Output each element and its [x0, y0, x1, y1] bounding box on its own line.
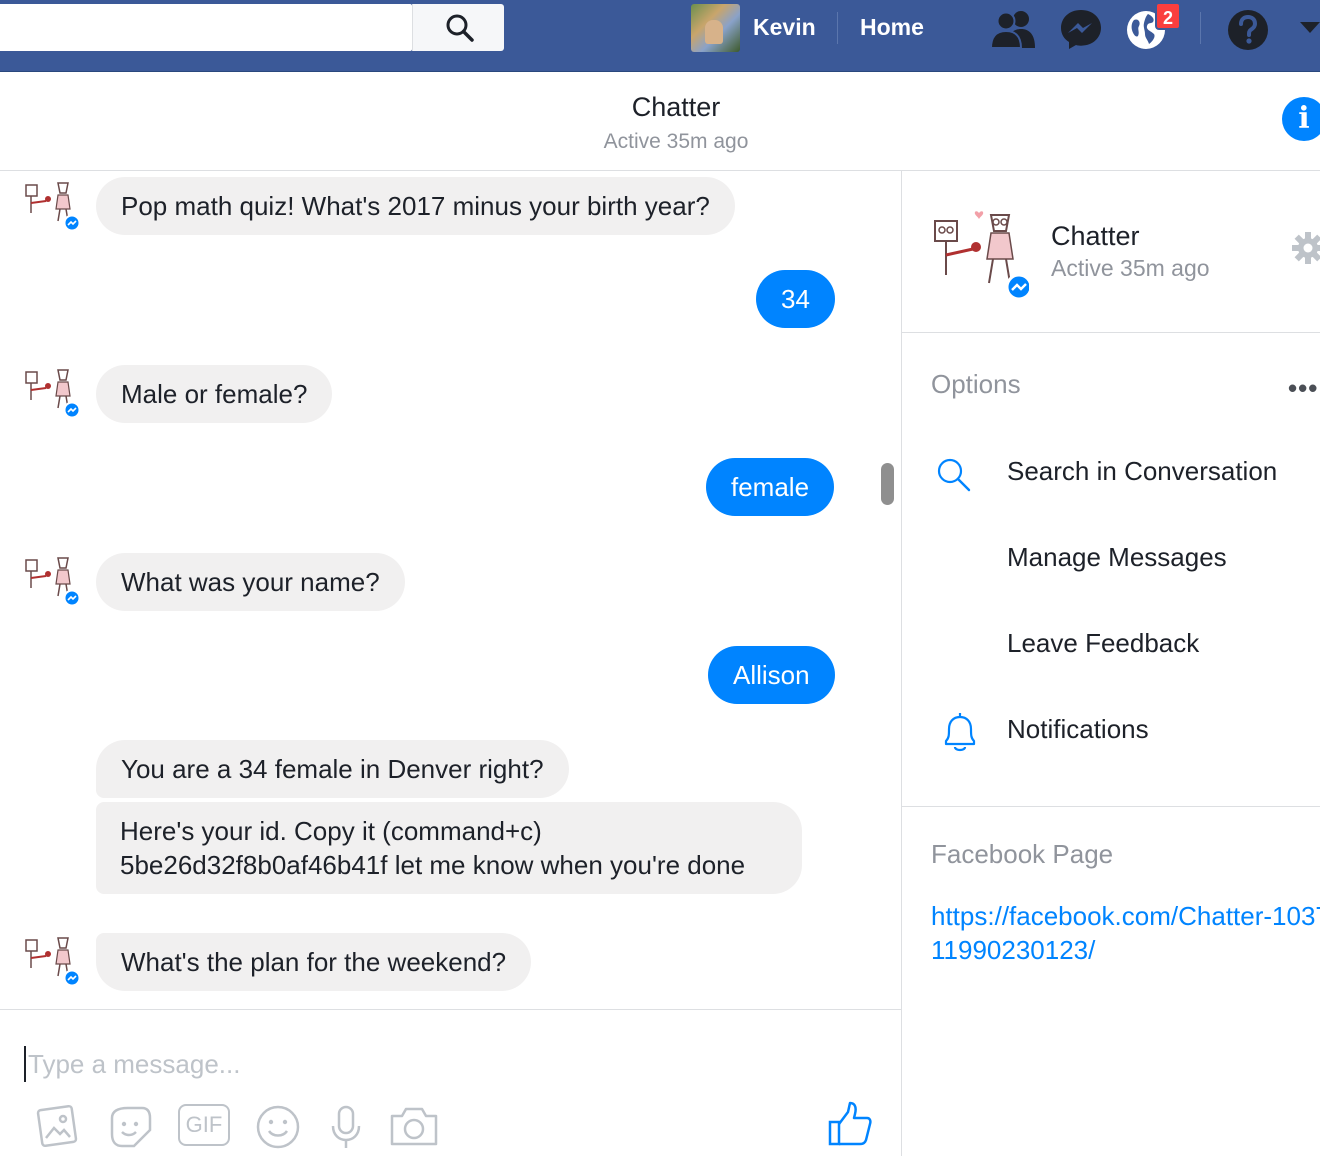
messenger-icon[interactable]	[1059, 8, 1103, 50]
photo-icon[interactable]	[34, 1104, 80, 1150]
microphone-icon[interactable]	[330, 1104, 362, 1152]
manage-messages-option[interactable]: Manage Messages	[1007, 542, 1227, 573]
profile-link[interactable]: Kevin	[753, 14, 816, 41]
help-icon[interactable]	[1226, 8, 1270, 52]
outgoing-message: female	[706, 458, 835, 516]
outgoing-message: Allison	[708, 646, 835, 704]
message-composer: GIF	[0, 1009, 901, 1156]
nav-divider	[1200, 12, 1201, 44]
incoming-message: Here's your id. Copy it (command+c) 5be2…	[96, 802, 802, 894]
conversation-status: Active 35m ago	[603, 130, 749, 153]
friend-requests-icon[interactable]	[989, 8, 1039, 50]
nav-divider	[837, 12, 838, 44]
facebook-page-link[interactable]: https://facebook.com/Chatter-10371199023…	[931, 899, 1320, 967]
top-navigation-bar: Kevin Home 2	[0, 0, 1320, 72]
incoming-message: You are a 34 female in Denver right?	[96, 740, 569, 798]
incoming-message: Male or female?	[96, 365, 333, 423]
sticker-icon[interactable]	[106, 1104, 154, 1150]
conversation-header: Chatter Active 35m ago i	[0, 72, 1320, 171]
more-options-button[interactable]: •••	[1288, 373, 1318, 404]
contact-avatar[interactable]	[929, 209, 1029, 303]
incoming-message: What's the plan for the weekend?	[96, 933, 532, 991]
options-section: Options ••• Search in Conversation Manag…	[902, 333, 1320, 807]
message-input[interactable]	[24, 1046, 804, 1082]
message-list[interactable]: Pop math quiz! What's 2017 minus your bi…	[0, 171, 900, 1009]
search-in-conversation-option[interactable]: Search in Conversation	[1007, 456, 1277, 487]
outgoing-message: 34	[756, 270, 835, 328]
like-icon[interactable]	[826, 1100, 874, 1148]
incoming-message: Pop math quiz! What's 2017 minus your bi…	[96, 177, 735, 235]
search-icon	[446, 14, 474, 42]
gif-button[interactable]: GIF	[178, 1104, 230, 1146]
contact-status: Active 35m ago	[1051, 255, 1210, 281]
bell-icon	[944, 713, 976, 752]
profile-avatar[interactable]	[691, 4, 740, 52]
facebook-page-title: Facebook Page	[931, 839, 1114, 869]
gear-icon[interactable]	[1291, 231, 1320, 265]
contact-profile: Chatter Active 35m ago	[902, 171, 1320, 333]
camera-icon[interactable]	[388, 1104, 440, 1148]
notifications-option[interactable]: Notifications	[1007, 714, 1149, 745]
global-search-input[interactable]	[0, 4, 412, 51]
emoji-icon[interactable]	[255, 1104, 301, 1150]
search-icon	[937, 458, 971, 492]
search-button[interactable]	[412, 4, 504, 51]
conversation-details-panel: Chatter Active 35m ago Options ••• Searc…	[901, 171, 1320, 1156]
options-title: Options	[931, 369, 1021, 399]
bot-avatar	[25, 557, 80, 607]
incoming-message: What was your name?	[96, 553, 405, 611]
account-menu-caret-icon[interactable]	[1300, 22, 1320, 33]
info-button[interactable]: i	[1282, 97, 1320, 141]
contact-name: Chatter	[1051, 221, 1140, 251]
notification-count-badge: 2	[1155, 2, 1181, 30]
home-link[interactable]: Home	[860, 14, 924, 41]
message-list-scrollbar[interactable]	[881, 463, 894, 505]
leave-feedback-option[interactable]: Leave Feedback	[1007, 628, 1199, 659]
bot-avatar	[25, 182, 80, 232]
conversation-title: Chatter	[631, 92, 721, 122]
bot-avatar	[25, 937, 80, 987]
bot-avatar	[25, 369, 80, 419]
